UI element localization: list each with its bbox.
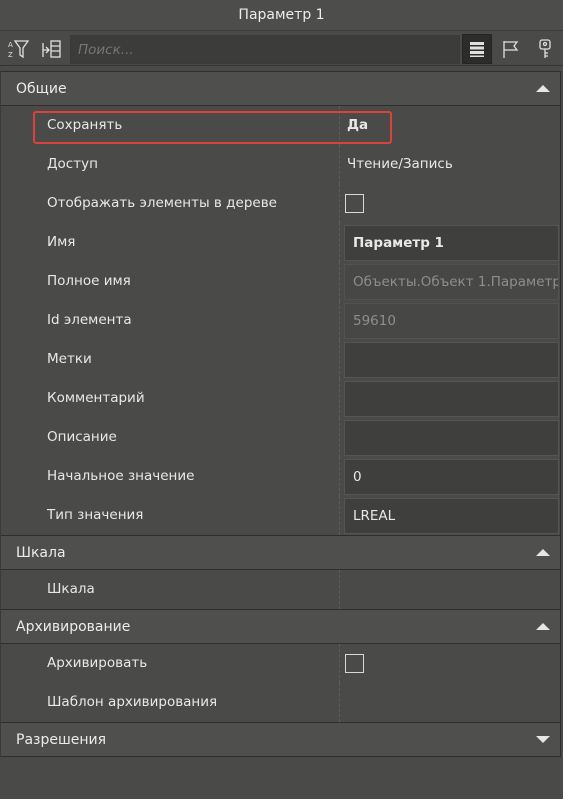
- svg-text:A: A: [8, 41, 13, 49]
- list-view-icon: [468, 40, 486, 58]
- column-divider[interactable]: [339, 184, 340, 223]
- row-full-name[interactable]: Полное имя Объекты.Объект 1.Параметр 1: [1, 262, 560, 301]
- column-divider[interactable]: [339, 418, 340, 457]
- row-name[interactable]: Имя Параметр 1: [1, 223, 560, 262]
- column-divider[interactable]: [339, 644, 340, 683]
- section-permissions-header[interactable]: Разрешения: [1, 722, 560, 757]
- column-divider[interactable]: [339, 262, 340, 301]
- row-archive[interactable]: Архивировать: [1, 644, 560, 683]
- column-divider[interactable]: [339, 457, 340, 496]
- column-divider[interactable]: [339, 106, 340, 145]
- property-panel: Общие Сохранять Да Доступ Чтение/Запись …: [0, 71, 561, 757]
- column-divider[interactable]: [339, 496, 340, 535]
- row-initial-value[interactable]: Начальное значение 0: [1, 457, 560, 496]
- section-title: Архивирование: [16, 619, 131, 635]
- full-name-field[interactable]: Объекты.Объект 1.Параметр 1: [344, 264, 559, 300]
- row-element-id[interactable]: Id элемента 59610: [1, 301, 560, 340]
- section-archive-header[interactable]: Архивирование: [1, 609, 560, 644]
- initial-value-field[interactable]: 0: [344, 459, 559, 495]
- row-label: Полное имя: [47, 273, 131, 289]
- section-scale-header[interactable]: Шкала: [1, 535, 560, 570]
- sort-filter-button[interactable]: A Z: [3, 34, 33, 64]
- collapse-arrow-icon[interactable]: [536, 623, 550, 630]
- svg-text:Z: Z: [8, 51, 13, 59]
- description-field[interactable]: [344, 420, 559, 456]
- section-general-header[interactable]: Общие: [1, 71, 560, 106]
- collapse-button[interactable]: [36, 34, 66, 64]
- row-comment[interactable]: Комментарий: [1, 379, 560, 418]
- expand-arrow-icon[interactable]: [536, 736, 550, 743]
- collapse-arrow-icon[interactable]: [536, 85, 550, 92]
- row-label: Доступ: [47, 156, 98, 172]
- toolbar: A Z: [0, 31, 563, 66]
- column-divider[interactable]: [339, 223, 340, 262]
- sort-filter-icon: A Z: [7, 38, 29, 60]
- element-id-field[interactable]: 59610: [344, 303, 559, 339]
- column-divider[interactable]: [339, 145, 340, 184]
- collapse-arrow-icon[interactable]: [536, 549, 550, 556]
- row-access[interactable]: Доступ Чтение/Запись: [1, 145, 560, 184]
- column-divider[interactable]: [339, 340, 340, 379]
- access-value[interactable]: Чтение/Запись: [347, 145, 453, 184]
- row-label: Начальное значение: [47, 468, 195, 484]
- name-field[interactable]: Параметр 1: [344, 225, 559, 261]
- column-divider[interactable]: [339, 570, 340, 609]
- archive-checkbox[interactable]: [345, 654, 364, 673]
- row-label: Отображать элементы в дереве: [47, 195, 277, 211]
- tags-field[interactable]: [344, 342, 559, 378]
- column-divider[interactable]: [339, 683, 340, 722]
- list-view-button[interactable]: [462, 34, 492, 64]
- flag-icon: [500, 38, 522, 60]
- row-label: Комментарий: [47, 390, 145, 406]
- section-title: Разрешения: [16, 732, 107, 748]
- row-show-in-tree[interactable]: Отображать элементы в дереве: [1, 184, 560, 223]
- row-label: Id элемента: [47, 312, 132, 328]
- row-scale[interactable]: Шкала: [1, 570, 560, 609]
- flag-button[interactable]: [496, 34, 526, 64]
- save-value[interactable]: Да: [347, 106, 368, 145]
- row-label: Шкала: [47, 581, 95, 597]
- row-label: Тип значения: [47, 507, 144, 523]
- row-label: Архивировать: [47, 655, 148, 671]
- column-divider[interactable]: [339, 301, 340, 340]
- section-title: Шкала: [16, 545, 66, 561]
- key-icon: [535, 38, 555, 60]
- window-title: Параметр 1: [0, 0, 563, 31]
- row-label: Сохранять: [47, 117, 123, 133]
- search-input[interactable]: [70, 35, 460, 64]
- row-label: Шаблон архивирования: [47, 694, 218, 710]
- value-type-field[interactable]: LREAL: [344, 498, 559, 534]
- row-description[interactable]: Описание: [1, 418, 560, 457]
- row-archive-template[interactable]: Шаблон архивирования: [1, 683, 560, 722]
- show-in-tree-checkbox[interactable]: [345, 194, 364, 213]
- collapse-icon: [40, 38, 62, 60]
- comment-field[interactable]: [344, 381, 559, 417]
- column-divider[interactable]: [339, 379, 340, 418]
- row-label: Метки: [47, 351, 92, 367]
- section-title: Общие: [16, 81, 67, 97]
- row-label: Описание: [47, 429, 117, 445]
- key-button[interactable]: [530, 34, 560, 64]
- row-save[interactable]: Сохранять Да: [1, 106, 560, 145]
- row-value-type[interactable]: Тип значения LREAL: [1, 496, 560, 535]
- row-label: Имя: [47, 234, 76, 250]
- row-tags[interactable]: Метки: [1, 340, 560, 379]
